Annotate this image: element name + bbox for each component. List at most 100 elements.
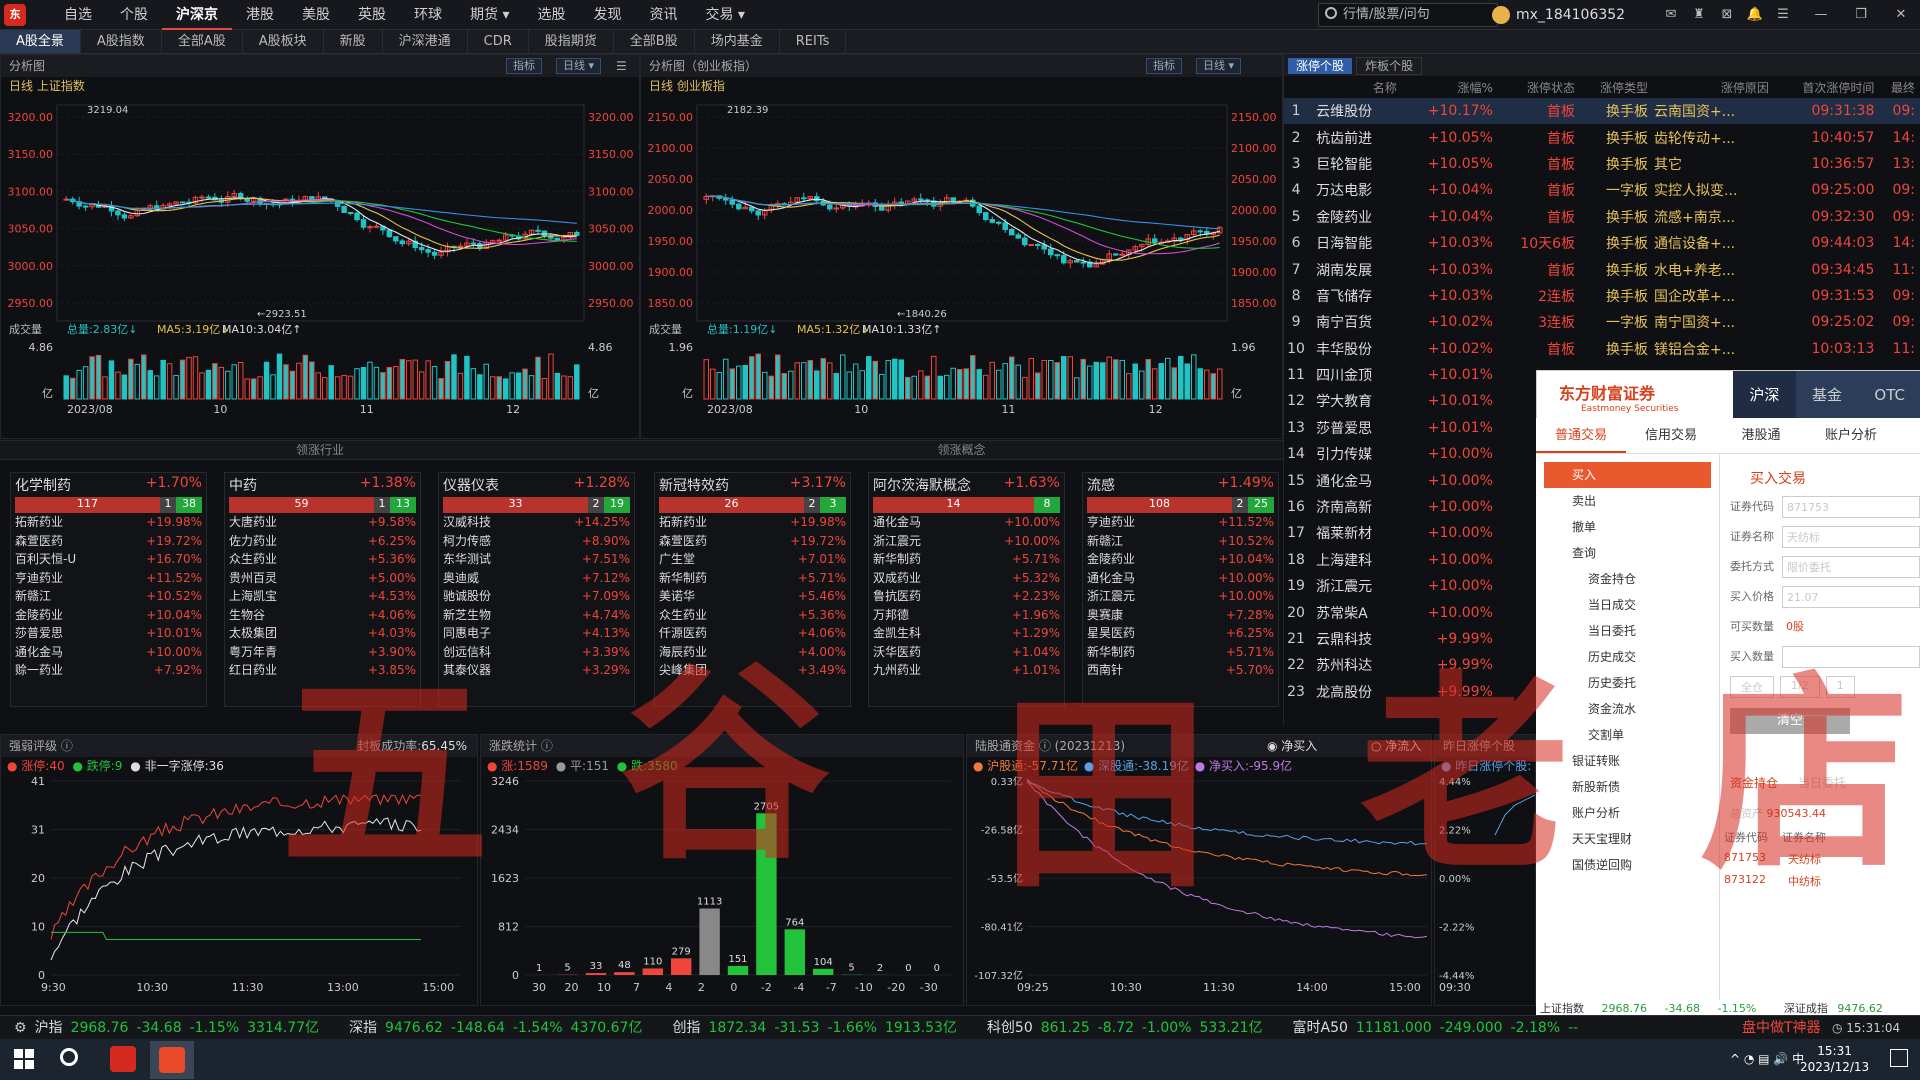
trade-menu-item[interactable]: 账户分析	[1544, 800, 1711, 826]
tab[interactable]: 全部B股	[614, 30, 695, 53]
tab-limit-up[interactable]: 涨停个股	[1288, 58, 1353, 74]
nav-item[interactable]: 英股	[344, 0, 400, 30]
nav-item[interactable]: 港股	[232, 0, 288, 30]
sector-stock-row[interactable]: 亨迪药业 +11.52%	[11, 569, 206, 588]
trade-menu-item[interactable]: 撤单	[1544, 514, 1711, 540]
sector-stock-row[interactable]: 新赣江 +10.52%	[11, 587, 206, 606]
sector-stock-row[interactable]: 新华制药 +5.71%	[1083, 643, 1278, 662]
sector-stock-row[interactable]: 金凯生科 +1.29%	[869, 624, 1064, 643]
sector-stock-row[interactable]: 尖峰集团 +3.49%	[655, 661, 850, 680]
tab-hk-connect[interactable]: 港股通	[1716, 418, 1806, 453]
sector-card[interactable]: 新冠特效药 +3.17% 26 2 3 拓新药业 +19.98% 森萱医药 +19.72% 广生堂…	[654, 472, 851, 707]
sector-card[interactable]: 流感 +1.49% 108 2 25 亨迪药业 +11.52% 新赣江 +10.52% 金陵药业 +…	[1082, 472, 1279, 707]
sector-stock-row[interactable]: 新华制药 +5.71%	[655, 569, 850, 588]
sector-stock-row[interactable]: 广生堂 +7.01%	[655, 550, 850, 569]
windows-start-icon[interactable]	[14, 1049, 34, 1069]
table-row[interactable]: 4 万达电影 +10.04% 首板 一字板 实控人拟变... 09:25:00 09:	[1284, 177, 1920, 203]
sector-stock-row[interactable]: 其泰仪器 +3.29%	[439, 661, 634, 680]
menu-icon[interactable]: ☰	[1772, 0, 1794, 30]
avatar[interactable]	[1492, 6, 1510, 24]
form-value[interactable]: 限价委托	[1782, 556, 1920, 578]
nav-item[interactable]: 选股	[523, 0, 579, 30]
sector-stock-row[interactable]: 新赣江 +10.52%	[1083, 532, 1278, 551]
sector-stock-row[interactable]: 拓新药业 +19.98%	[11, 513, 206, 532]
sector-stock-row[interactable]: 百利天恒-U +16.70%	[11, 550, 206, 569]
sector-stock-row[interactable]: 生物谷 +4.06%	[225, 606, 420, 625]
sector-stock-row[interactable]: 星昊医药 +6.25%	[1083, 624, 1278, 643]
indicator-button[interactable]: 指标	[506, 58, 542, 74]
sector-stock-row[interactable]: 双成药业 +5.32%	[869, 569, 1064, 588]
skin-icon[interactable]: ♜	[1688, 0, 1710, 30]
sector-stock-row[interactable]: 拓新药业 +19.98%	[655, 513, 850, 532]
sector-stock-row[interactable]: 贵州百灵 +5.00%	[225, 569, 420, 588]
nav-item[interactable]: 期货 ▾	[456, 0, 523, 30]
sector-stock-row[interactable]: 亨迪药业 +11.52%	[1083, 513, 1278, 532]
clear-button[interactable]: 清空	[1730, 708, 1850, 734]
tab-a-overview[interactable]: A股全景	[0, 30, 81, 53]
tab[interactable]: A股指数	[81, 30, 162, 53]
username[interactable]: mx_184106352	[1516, 0, 1625, 30]
tab[interactable]: 沪深港通	[383, 30, 468, 53]
search-icon[interactable]	[60, 1048, 78, 1066]
tab[interactable]: 场内基金	[695, 30, 780, 53]
tab-otc[interactable]: OTC	[1858, 371, 1920, 419]
kline-chart[interactable]: 3200.00 3200.00 3150.00 3150.00 3100.00 3100.…	[1, 95, 639, 435]
message-icon[interactable]: ✉	[1660, 0, 1682, 30]
column-header[interactable]	[1284, 76, 1308, 98]
net-buy-radio[interactable]: ◉ 净买入	[1267, 735, 1317, 757]
sector-stock-row[interactable]: 通化金马 +10.00%	[11, 643, 206, 662]
tab[interactable]: A股板块	[243, 30, 324, 53]
table-row[interactable]: 1 云维股份 +10.17% 首板 换手板 云南国资+... 09:31:38 09:	[1284, 98, 1920, 125]
sector-stock-row[interactable]: 美诺华 +5.46%	[655, 587, 850, 606]
sector-stock-row[interactable]: 森萱医药 +19.72%	[655, 532, 850, 551]
sector-stock-row[interactable]: 红日药业 +3.85%	[225, 661, 420, 680]
sector-stock-row[interactable]: 同惠电子 +4.13%	[439, 624, 634, 643]
sector-stock-row[interactable]: 西南针 +5.70%	[1083, 661, 1278, 680]
sector-stock-row[interactable]: 太极集团 +4.03%	[225, 624, 420, 643]
tab[interactable]: 全部A股	[162, 30, 243, 53]
sector-card[interactable]: 中药 +1.38% 59 1 13 大唐药业 +9.58% 佐力药业 +6.25% 众生药业 +5.…	[224, 472, 421, 707]
qty-button[interactable]: 1/2	[1780, 676, 1820, 698]
trade-menu-item[interactable]: 历史成交	[1544, 644, 1711, 670]
table-row[interactable]: 2 杭齿前进 +10.05% 首板 换手板 齿轮传动+... 10:40:57 14:	[1284, 124, 1920, 150]
column-header[interactable]: 首次涨停时间	[1775, 76, 1880, 98]
period-dropdown[interactable]: 日线 ▾	[556, 58, 602, 74]
column-header[interactable]: 涨幅%	[1403, 76, 1499, 98]
trade-menu-item[interactable]: 当日委托	[1544, 618, 1711, 644]
indicator-button[interactable]: 指标	[1146, 58, 1182, 74]
sector-stock-row[interactable]: 浙江震元 +10.00%	[869, 532, 1064, 551]
trade-menu-item[interactable]: 银证转账	[1544, 748, 1711, 774]
tab[interactable]: CDR	[468, 30, 529, 53]
trade-menu-item[interactable]: 天天宝理财	[1544, 826, 1711, 852]
notification-icon[interactable]	[1890, 1049, 1908, 1067]
trade-menu-item[interactable]: 当日成交	[1544, 592, 1711, 618]
sector-stock-row[interactable]: 奥赛康 +7.28%	[1083, 606, 1278, 625]
sector-stock-row[interactable]: 万邦德 +1.96%	[869, 606, 1064, 625]
sector-stock-row[interactable]: 东华测试 +7.51%	[439, 550, 634, 569]
tray-icons[interactable]: ^ ◔ ▤ 🔊 中	[1730, 1039, 1804, 1080]
broker-app-icon[interactable]	[159, 1047, 185, 1073]
sector-stock-row[interactable]: 柯力传感 +8.90%	[439, 532, 634, 551]
app-icon[interactable]	[110, 1046, 136, 1072]
strength-chart[interactable]: 4131201009:30 10:30 11:30 13:00 15:00	[1, 775, 477, 1005]
close-ad-icon[interactable]: ⊠	[1716, 0, 1738, 30]
position-tab[interactable]: 当日委托	[1798, 774, 1846, 791]
bell-icon[interactable]: 🔔	[1744, 0, 1766, 30]
table-row[interactable]: 7 湖南发展 +10.03% 首板 换手板 水电+养老... 09:34:45 11:	[1284, 256, 1920, 282]
table-row[interactable]: 8 音飞储存 +10.03% 2连板 换手板 国企改革+... 09:31:53 09:	[1284, 283, 1920, 309]
close-icon[interactable]: ✕	[1890, 0, 1912, 30]
nav-item-active[interactable]: 沪深京	[162, 0, 232, 30]
trade-menu-item[interactable]: 资金持仓	[1544, 566, 1711, 592]
nav-item[interactable]: 交易 ▾	[691, 0, 758, 30]
column-header[interactable]: 名称	[1308, 76, 1403, 98]
sector-stock-row[interactable]: 莎普爱思 +10.01%	[11, 624, 206, 643]
nav-item[interactable]: 发现	[579, 0, 635, 30]
minimize-icon[interactable]: —	[1810, 0, 1832, 30]
sector-stock-row[interactable]: 创远信科 +3.39%	[439, 643, 634, 662]
tab-normal-trade[interactable]: 普通交易	[1536, 418, 1626, 453]
sector-stock-row[interactable]: 驰诚股份 +7.09%	[439, 587, 634, 606]
sector-stock-row[interactable]: 汉威科技 +14.25%	[439, 513, 634, 532]
table-row[interactable]: 6 日海智能 +10.03% 10天6板 换手板 通信设备+... 09:44:03 14:	[1284, 230, 1920, 256]
column-header[interactable]: 涨停原因	[1654, 76, 1775, 98]
sector-stock-row[interactable]: 新华制药 +5.71%	[869, 550, 1064, 569]
